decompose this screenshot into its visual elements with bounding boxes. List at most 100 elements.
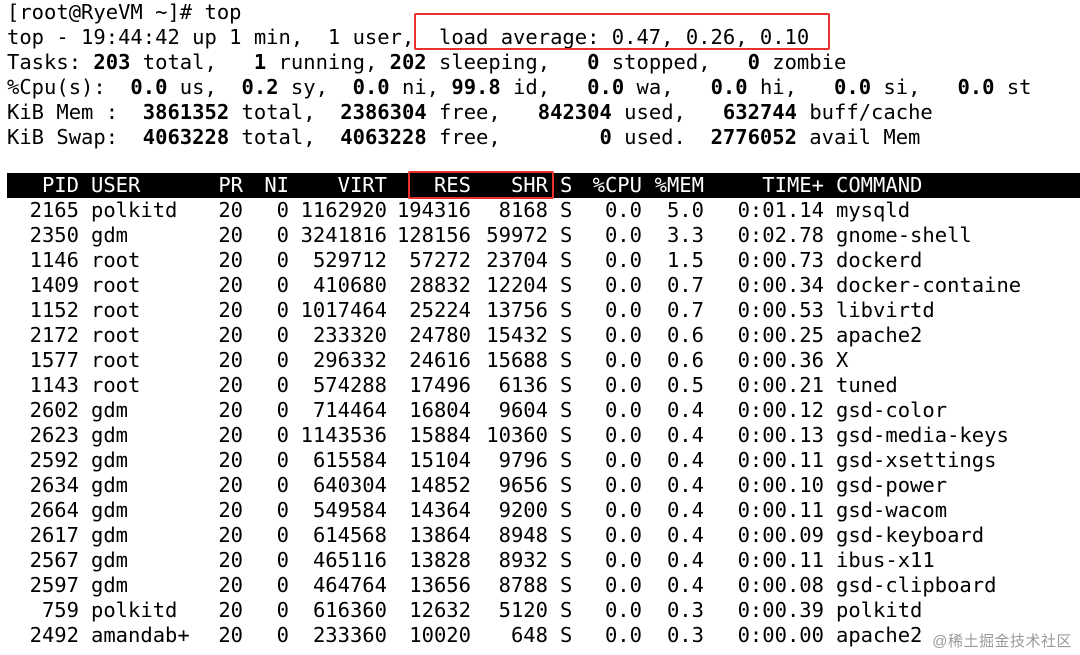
table-row: 2634 gdm 20 0 640304 14852 9656 S 0.0 0.4 0:00.10 g… bbox=[7, 473, 1080, 498]
tasks-total: 203 bbox=[93, 50, 131, 74]
swap-free: 4063228 bbox=[340, 125, 427, 149]
cell-ni: 0 bbox=[276, 548, 289, 572]
cell-cmd: gsd-keyboard bbox=[836, 523, 985, 547]
tasks-sleeping-label: sleeping, bbox=[426, 50, 588, 74]
cell-cmd: mysqld bbox=[836, 198, 911, 222]
cell-pid: 2592 bbox=[29, 448, 79, 472]
cell-mem: 0.4 bbox=[666, 398, 704, 422]
swap-total-label: total, bbox=[229, 125, 341, 149]
cpu-ni: 0.0 bbox=[352, 75, 390, 99]
cell-time: 0:00.09 bbox=[737, 523, 824, 547]
cell-ni: 0 bbox=[276, 323, 289, 347]
table-row: 2350 gdm 20 0 3241816 128156 59972 S 0.0 3.3 0:02.… bbox=[7, 223, 1080, 248]
cell-shr: 5120 bbox=[498, 598, 548, 622]
table-row: 1152 root 20 0 1017464 25224 13756 S 0.0 0.7 0:00.… bbox=[7, 298, 1080, 323]
cell-cpu: 0.0 bbox=[604, 598, 642, 622]
cell-user: root bbox=[91, 323, 141, 347]
col-header-s: S bbox=[560, 173, 573, 197]
tasks-running: 1 bbox=[253, 50, 267, 74]
cell-cpu: 0.0 bbox=[604, 523, 642, 547]
cell-pr: 20 bbox=[218, 373, 243, 397]
cell-s: S bbox=[560, 223, 573, 247]
cell-ni: 0 bbox=[276, 248, 289, 272]
cell-pid: 2165 bbox=[29, 198, 79, 222]
cell-mem: 0.4 bbox=[666, 498, 704, 522]
cell-virt: 574288 bbox=[312, 373, 387, 397]
table-row: 1409 root 20 0 410680 28832 12204 S 0.0 0.7 0:00.3… bbox=[7, 273, 1080, 298]
tasks-total-label: total, bbox=[130, 50, 254, 74]
tasks-label: Tasks: bbox=[7, 50, 94, 74]
cell-shr: 12204 bbox=[486, 273, 548, 297]
table-row: 2172 root 20 0 233320 24780 15432 S 0.0 0.6 0:00.2… bbox=[7, 323, 1080, 348]
watermark: @稀土掘金技术社区 bbox=[932, 633, 1072, 650]
cell-res: 14364 bbox=[409, 498, 471, 522]
cell-res: 15104 bbox=[409, 448, 471, 472]
table-row: 1577 root 20 0 296332 24616 15688 S 0.0 0.6 0:00.3… bbox=[7, 348, 1080, 373]
table-row: 2617 gdm 20 0 614568 13864 8948 S 0.0 0.4 0:00.09 g… bbox=[7, 523, 1080, 548]
cell-pid: 2350 bbox=[29, 223, 79, 247]
tasks-stopped-label: stopped, bbox=[599, 50, 748, 74]
cell-user: gdm bbox=[91, 448, 129, 472]
cell-user: amandab+ bbox=[91, 623, 190, 647]
cpu-si-label: si, bbox=[871, 75, 958, 99]
cell-time: 0:00.13 bbox=[737, 423, 824, 447]
cell-pr: 20 bbox=[218, 398, 243, 422]
cell-user: root bbox=[91, 273, 141, 297]
cell-cpu: 0.0 bbox=[604, 273, 642, 297]
cell-mem: 0.4 bbox=[666, 423, 704, 447]
cell-mem: 0.4 bbox=[666, 473, 704, 497]
cell-mem: 0.3 bbox=[666, 598, 704, 622]
table-row: 1143 root 20 0 574288 17496 6136 S 0.0 0.5 0:00.21… bbox=[7, 373, 1080, 398]
cell-shr: 10360 bbox=[486, 423, 548, 447]
cell-user: gdm bbox=[91, 223, 129, 247]
cell-time: 0:00.25 bbox=[737, 323, 824, 347]
mem-total: 3861352 bbox=[142, 100, 230, 124]
cell-pr: 20 bbox=[218, 223, 243, 247]
cell-pr: 20 bbox=[218, 348, 243, 372]
cell-res: 28832 bbox=[409, 273, 471, 297]
cpu-label: %Cpu(s): bbox=[7, 75, 131, 99]
cell-ni: 0 bbox=[276, 523, 289, 547]
cell-cpu: 0.0 bbox=[604, 473, 642, 497]
cell-pid: 2634 bbox=[29, 473, 79, 497]
cell-virt: 614568 bbox=[312, 523, 387, 547]
cell-pr: 20 bbox=[218, 198, 243, 222]
cell-pr: 20 bbox=[218, 473, 243, 497]
tasks-line: Tasks: 203 total, 1 running, 202 sleepin… bbox=[7, 50, 1080, 75]
cell-pr: 20 bbox=[218, 323, 243, 347]
cell-res: 13828 bbox=[409, 548, 471, 572]
table-row: 2165 polkitd 20 0 1162920 194316 8168 S 0.0 5.0 0:… bbox=[7, 198, 1080, 223]
cell-cpu: 0.0 bbox=[604, 348, 642, 372]
col-header-mem: %MEM bbox=[654, 173, 704, 197]
process-table: 2165 polkitd 20 0 1162920 194316 8168 S 0.0 5.0 0:… bbox=[7, 198, 1080, 648]
mem-free-label: free, bbox=[426, 100, 538, 124]
table-row: 2623 gdm 20 0 1143536 15884 10360 S 0.0 0.4 0:00.1… bbox=[7, 423, 1080, 448]
cell-ni: 0 bbox=[276, 223, 289, 247]
cell-res: 14852 bbox=[409, 473, 471, 497]
cell-res: 15884 bbox=[409, 423, 471, 447]
cell-time: 0:01.14 bbox=[737, 198, 824, 222]
cell-s: S bbox=[560, 198, 573, 222]
cell-ni: 0 bbox=[276, 298, 289, 322]
cell-user: root bbox=[91, 373, 141, 397]
cell-res: 25224 bbox=[409, 298, 471, 322]
swap-free-label: free, bbox=[426, 125, 600, 149]
cell-time: 0:00.34 bbox=[737, 273, 824, 297]
cell-mem: 0.4 bbox=[666, 448, 704, 472]
cell-pr: 20 bbox=[218, 598, 243, 622]
cell-virt: 549584 bbox=[312, 498, 387, 522]
cell-time: 0:00.39 bbox=[737, 598, 824, 622]
cell-res: 194316 bbox=[396, 198, 471, 222]
cell-time: 0:00.53 bbox=[737, 298, 824, 322]
cell-virt: 3241816 bbox=[300, 223, 387, 247]
cell-s: S bbox=[560, 473, 573, 497]
cell-user: root bbox=[91, 348, 141, 372]
cell-ni: 0 bbox=[276, 448, 289, 472]
mem-total-label: total, bbox=[229, 100, 341, 124]
cell-virt: 640304 bbox=[312, 473, 387, 497]
process-table-header: PID USER PR NI VIRT RES SHR S %CPU %MEM … bbox=[7, 173, 1080, 198]
cell-mem: 0.5 bbox=[666, 373, 704, 397]
swap-total: 4063228 bbox=[142, 125, 230, 149]
cell-user: gdm bbox=[91, 573, 129, 597]
cell-shr: 6136 bbox=[498, 373, 548, 397]
